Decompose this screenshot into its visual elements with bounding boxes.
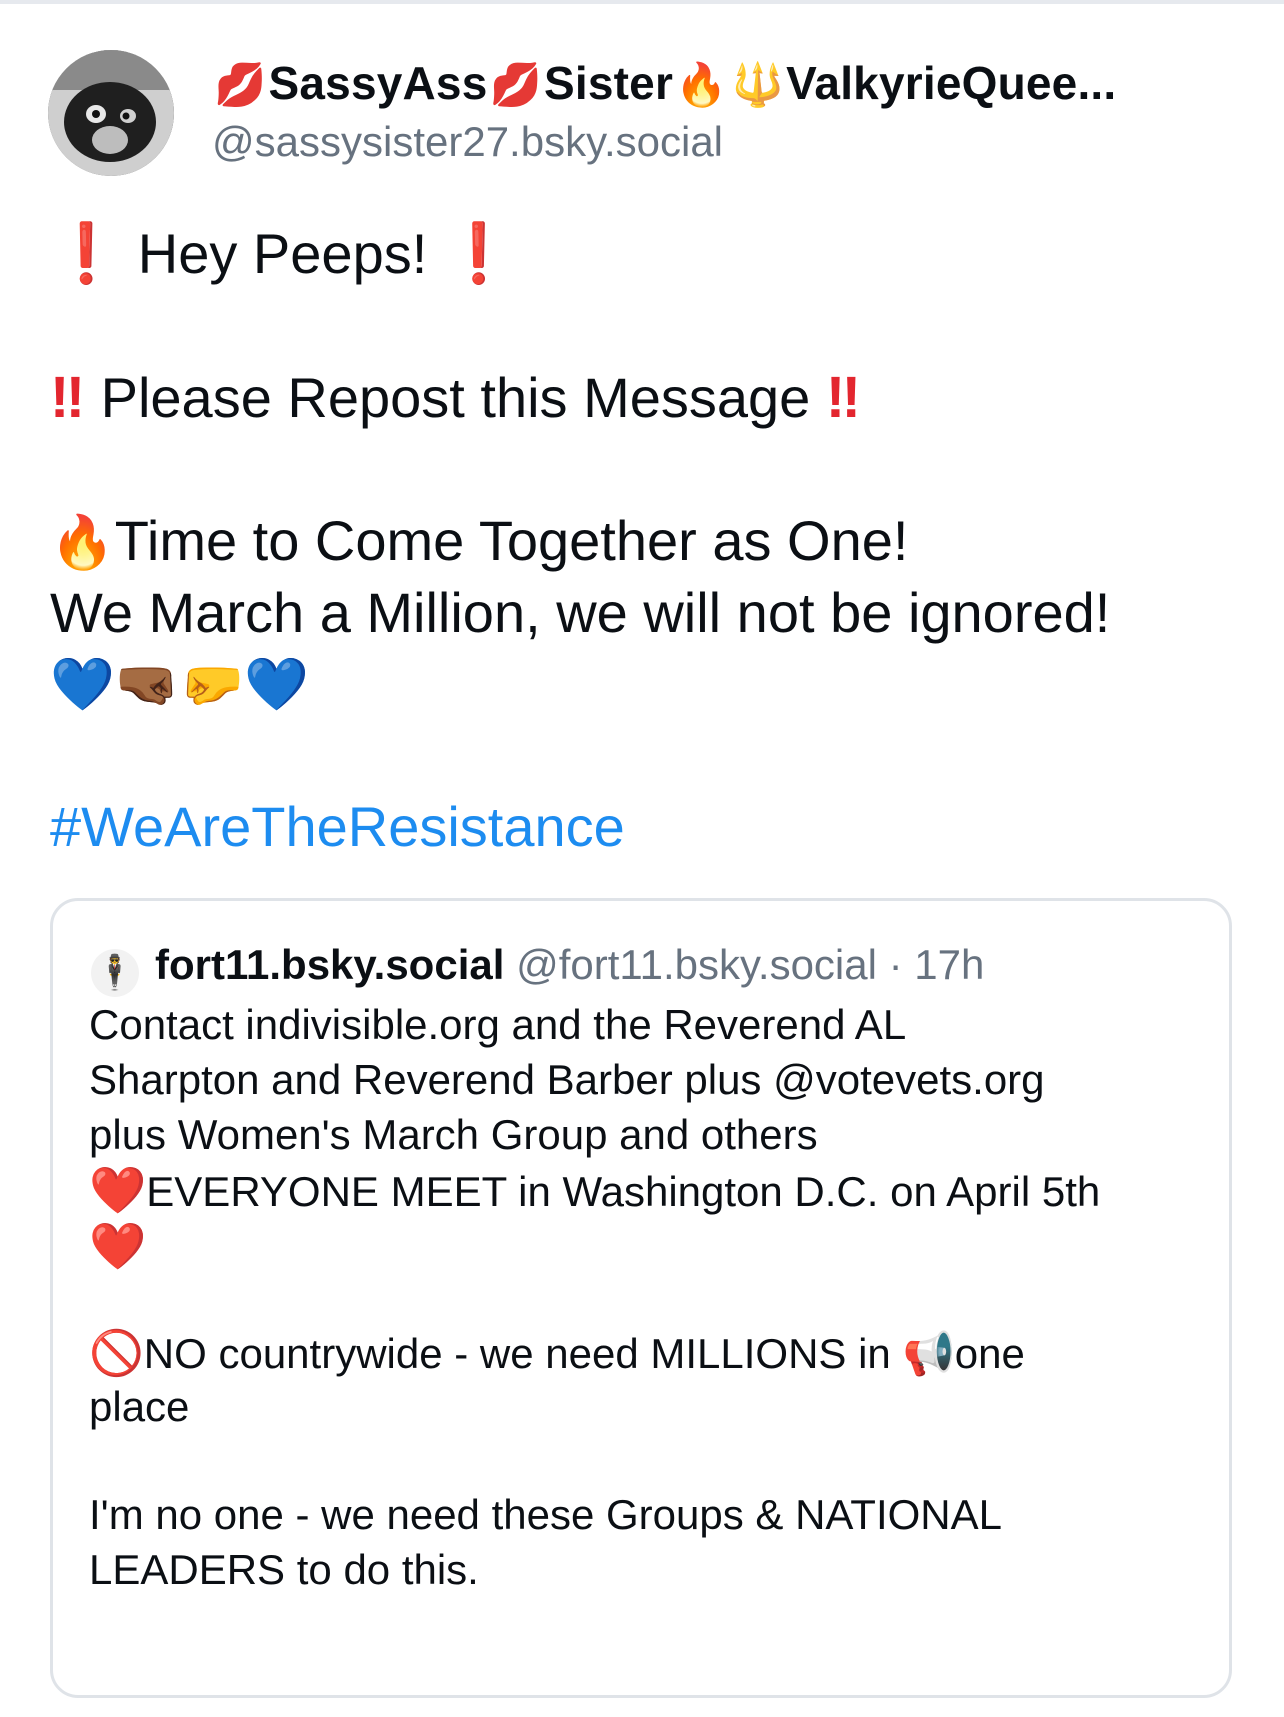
red-heart-icon: ❤️ xyxy=(89,1164,147,1216)
quote-line: I'm no one - we need these Groups & NATI… xyxy=(89,1491,1003,1538)
exclamation-icon: ❗ xyxy=(50,221,123,286)
hashtag-link[interactable]: #WeAreTheResistance xyxy=(50,794,625,859)
author-avatar[interactable] xyxy=(48,50,174,176)
blue-heart-fist-bump-icons: 💙🤜🏾🤛💙 xyxy=(50,656,309,714)
quote-text: EVERYONE MEET in Washington D.C. on Apri… xyxy=(146,1168,1101,1215)
quote-line-meet: ❤️EVERYONE MEET in Washington D.C. on Ap… xyxy=(89,1163,1100,1218)
quote-line: Sharpton and Reverend Barber plus @votev… xyxy=(89,1056,1045,1103)
post-text: Time to Come Together as One! xyxy=(114,509,909,572)
top-divider xyxy=(0,0,1284,4)
header-separator: · xyxy=(876,941,915,988)
post-line-emojis: 💙🤜🏾🤛💙 xyxy=(50,650,309,715)
display-name-part: ValkyrieQuee... xyxy=(786,57,1117,109)
quoted-author-name[interactable]: fort11.bsky.social xyxy=(155,941,504,988)
quote-line: Contact indivisible.org and the Reverend… xyxy=(89,1001,907,1048)
post-timestamp[interactable]: 17h xyxy=(914,941,984,988)
fire-icon: 🔥 xyxy=(675,61,728,108)
post-line-repost: ‼ Please Repost this Message ‼ xyxy=(50,364,861,431)
quote-line: place xyxy=(89,1383,190,1430)
double-exclamation-icon: ‼ xyxy=(50,365,86,430)
quoted-post-header: fort11.bsky.social @fort11.bsky.social ·… xyxy=(155,941,984,989)
quoted-author-avatar[interactable]: 🕴 xyxy=(91,949,139,997)
trident-icon: 🔱 xyxy=(731,61,785,108)
post-line-greeting: ❗ Hey Peeps! ❗ xyxy=(50,220,515,288)
dog-photo-icon xyxy=(48,50,174,176)
post-line-together: 🔥Time to Come Together as One! xyxy=(50,508,908,573)
display-name-part: Sister xyxy=(544,57,674,109)
post-line-march: We March a Million, we will not be ignor… xyxy=(50,581,1111,644)
megaphone-icon: 📢 xyxy=(902,1330,955,1377)
author-display-name[interactable]: 💋SassyAss💋Sister🔥🔱ValkyrieQuee... xyxy=(212,56,1116,110)
person-in-suit-icon: 🕴 xyxy=(93,954,137,992)
fire-icon: 🔥 xyxy=(50,514,115,572)
red-heart-icon: ❤️ xyxy=(89,1220,147,1272)
quote-line: LEADERS to do this. xyxy=(89,1546,479,1593)
quote-text: one xyxy=(954,1330,1025,1377)
display-name-part: SassyAss xyxy=(268,57,488,109)
kiss-mark-icon: 💋 xyxy=(214,61,267,108)
quoted-post-card[interactable]: 🕴 fort11.bsky.social @fort11.bsky.social… xyxy=(50,898,1232,1698)
author-handle[interactable]: @sassysister27.bsky.social xyxy=(212,118,723,166)
kiss-mark-icon: 💋 xyxy=(489,61,542,108)
quoted-author-handle[interactable]: @fort11.bsky.social xyxy=(516,941,877,988)
post-text: Please Repost this Message xyxy=(85,366,826,429)
quote-line-countrywide: 🚫NO countrywide - we need MILLIONS in 📢o… xyxy=(89,1327,1025,1379)
quote-line-heart: ❤️ xyxy=(89,1219,146,1274)
post-text: Hey Peeps! xyxy=(122,222,443,285)
quote-line: plus Women's March Group and others xyxy=(89,1111,818,1158)
double-exclamation-icon: ‼ xyxy=(825,365,861,430)
exclamation-icon: ❗ xyxy=(442,221,516,286)
quote-text: NO countrywide - we need MILLIONS in xyxy=(143,1330,903,1377)
prohibited-icon: 🚫 xyxy=(89,1329,144,1378)
